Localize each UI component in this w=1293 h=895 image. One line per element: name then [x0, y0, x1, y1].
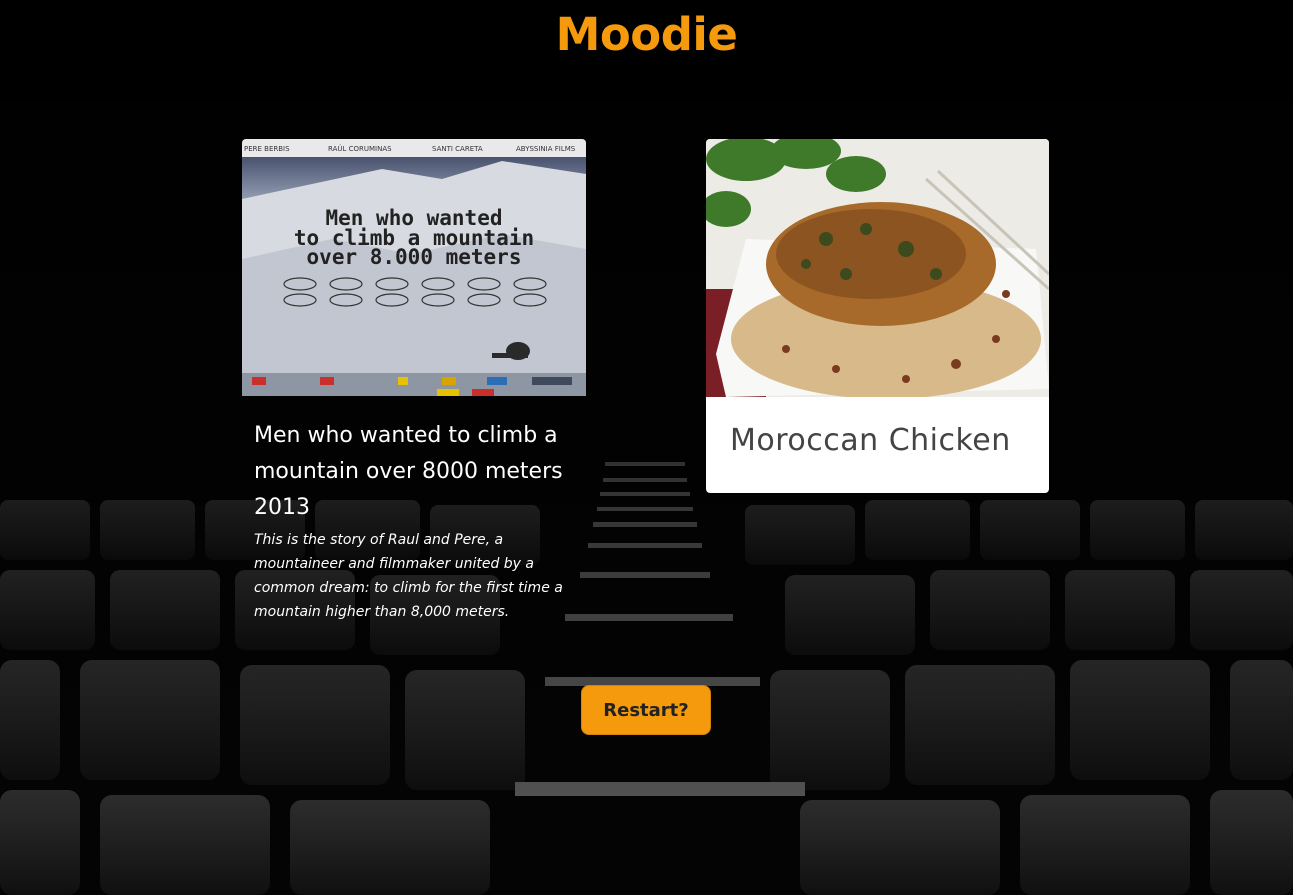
- poster-credit-3: SANTI CARETA: [432, 145, 483, 153]
- recipe-title: Moroccan Chicken: [730, 423, 1011, 458]
- poster-credit-4: ABYSSINIA FILMS: [516, 145, 576, 153]
- app-title: Moodie: [555, 8, 738, 61]
- restart-button[interactable]: Restart?: [581, 685, 711, 735]
- movie-card[interactable]: PERE BERBIS RAÚL CORUMINAS SANTI CARETA …: [242, 139, 586, 624]
- poster-credit-1: PERE BERBIS: [244, 145, 290, 153]
- movie-description: This is the story of Raul and Pere, a mo…: [254, 532, 563, 620]
- poster-title-line-3: over 8.000 meters: [307, 245, 522, 269]
- recipe-photo: [706, 139, 1049, 397]
- poster-credit-2: RAÚL CORUMINAS: [328, 144, 392, 153]
- theater-background: [0, 0, 1293, 895]
- recipe-card[interactable]: Moroccan Chicken: [706, 139, 1049, 493]
- movie-poster: PERE BERBIS RAÚL CORUMINAS SANTI CARETA …: [242, 139, 586, 396]
- movie-title: Men who wanted to climb a mountain over …: [254, 423, 563, 520]
